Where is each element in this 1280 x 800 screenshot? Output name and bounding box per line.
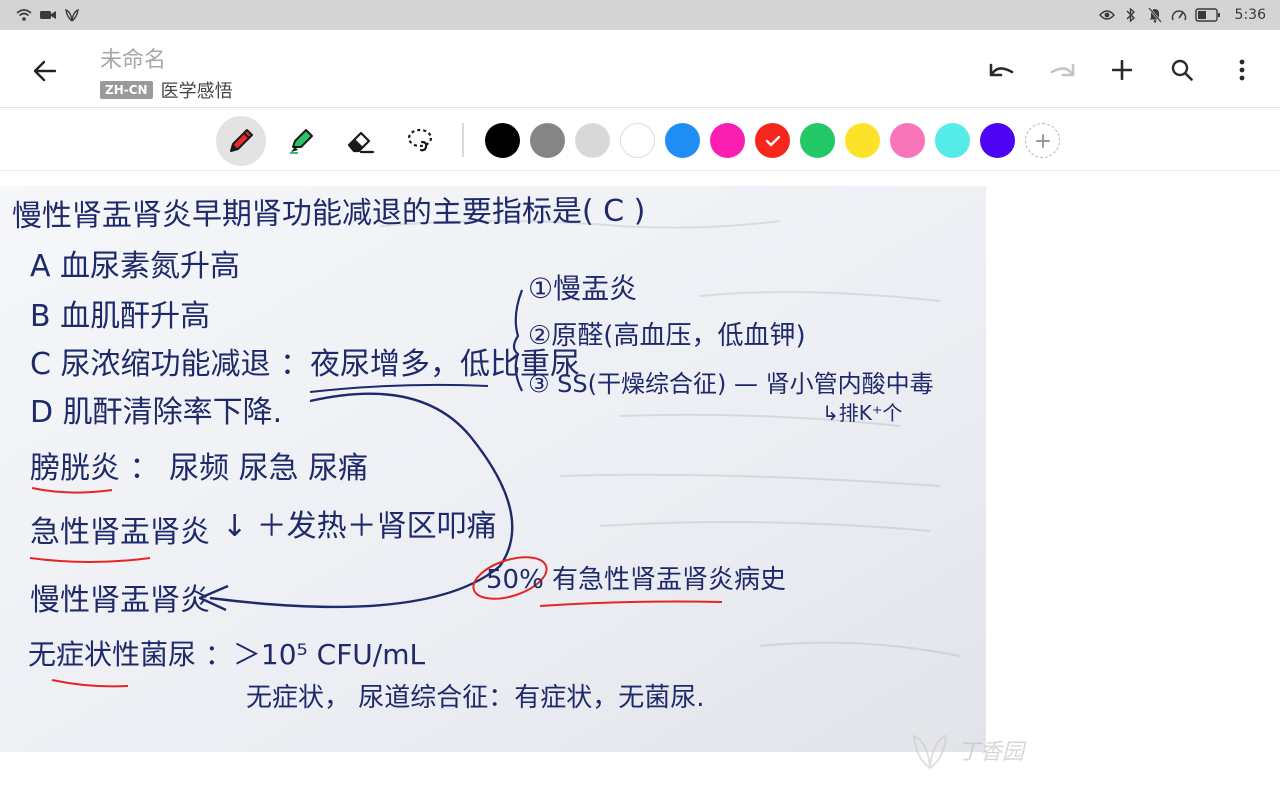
clock-time: 5:36 [1234, 7, 1266, 23]
note-canvas[interactable]: 慢性肾盂肾炎早期肾功能减退的主要指标是( C ) A 血尿素氮升高 B 血肌酐升… [0, 172, 1280, 800]
color-swatch-7[interactable] [755, 123, 790, 158]
dxy-logo-icon [912, 734, 948, 769]
color-palette [485, 123, 1060, 158]
add-button[interactable] [1104, 52, 1140, 88]
asymptomatic-line-2: 无症状， 尿道综合征：有症状，无菌尿. [246, 683, 705, 713]
color-swatch-10[interactable] [890, 123, 925, 158]
reason-3: ③ SS(干燥综合征) — 肾小管内酸中毒 [528, 370, 934, 398]
search-button[interactable] [1164, 52, 1200, 88]
color-swatch-6[interactable] [710, 123, 745, 158]
camera-icon [40, 7, 56, 23]
back-button[interactable] [28, 54, 62, 88]
undo-icon [989, 63, 1014, 77]
leaf-icon [64, 7, 80, 23]
reason-2: ②原醛(高血压，低血钾) [528, 321, 806, 351]
header-actions [984, 52, 1260, 88]
acute-pyelo: 急性肾盂肾炎 [30, 515, 210, 550]
pen-icon [230, 129, 253, 152]
watermark: 丁香园 [908, 728, 1024, 772]
option-c: C 尿浓缩功能减退 ：夜尿增多，低比重尿 [30, 347, 580, 382]
more-icon [1239, 59, 1245, 81]
pen-tool-button[interactable] [216, 116, 266, 166]
note-photo-drawing: 慢性肾盂肾炎早期肾功能减退的主要指标是( C ) A 血尿素氮升高 B 血肌酐升… [0, 186, 986, 752]
check-icon [765, 135, 780, 146]
speed-icon [1171, 7, 1187, 23]
asymptomatic-line: 无症状性菌尿 ：＞10⁵ CFU/mL [28, 638, 426, 671]
language-badge: ZH-CN [100, 81, 153, 99]
watermark-text: 丁香园 [958, 740, 1025, 765]
color-swatch-11[interactable] [935, 123, 970, 158]
reason-1: ①慢盂炎 [528, 272, 637, 305]
color-swatch-8[interactable] [800, 123, 835, 158]
drawing-toolbar [0, 109, 1280, 171]
undo-button[interactable] [984, 52, 1020, 88]
color-swatch-4[interactable] [620, 123, 655, 158]
reason-4: ↳排K⁺个 [822, 401, 902, 425]
color-swatch-9[interactable] [845, 123, 880, 158]
highlighter-tool-button[interactable] [276, 116, 326, 166]
eraser-icon [347, 131, 375, 154]
search-icon [1171, 59, 1193, 81]
eraser-tool-button[interactable] [336, 116, 386, 166]
battery-icon [1194, 7, 1221, 23]
option-b: B 血肌酐升高 [30, 299, 210, 334]
highlighter-icon [290, 129, 313, 154]
redo-button[interactable] [1044, 52, 1080, 88]
note-subtitle: ZH-CN 医学感悟 [100, 77, 233, 103]
status-bar: 5:36 [0, 0, 1280, 30]
chronic-pyelo: 慢性肾盂肾炎 [30, 583, 210, 618]
plus-icon [1035, 133, 1050, 148]
add-icon [1112, 60, 1132, 80]
option-d: D 肌酐清除率下降. [30, 395, 282, 430]
tool-group [216, 116, 446, 166]
redo-icon [1050, 63, 1075, 77]
history-line: 50% 有急性肾盂肾炎病史 [486, 565, 786, 595]
notebook-name[interactable]: 医学感悟 [161, 77, 233, 103]
color-swatch-3[interactable] [575, 123, 610, 158]
color-swatch-5[interactable] [665, 123, 700, 158]
color-swatch-2[interactable] [530, 123, 565, 158]
question-line: 慢性肾盂肾炎早期肾功能减退的主要指标是( C ) [12, 193, 646, 234]
option-a: A 血尿素氮升高 [30, 249, 240, 284]
arrow-left-icon [33, 60, 57, 82]
lasso-icon [407, 128, 433, 152]
acute-symptoms: ↓ ＋发热＋肾区叩痛 [222, 509, 497, 544]
color-swatch-1[interactable] [485, 123, 520, 158]
note-title[interactable]: 未命名 [100, 42, 166, 74]
app-bar: 未命名 ZH-CN 医学感悟 [0, 30, 1280, 108]
eye-icon [1098, 7, 1115, 23]
handwritten-note-photo[interactable]: 慢性肾盂肾炎早期肾功能减退的主要指标是( C ) A 血尿素氮升高 B 血肌酐升… [0, 186, 986, 752]
more-button[interactable] [1224, 52, 1260, 88]
wifi-icon [16, 7, 32, 23]
bell-off-icon [1147, 7, 1163, 23]
toolbar-divider [462, 123, 464, 157]
color-swatch-12[interactable] [980, 123, 1015, 158]
lasso-tool-button[interactable] [396, 116, 446, 166]
cystitis-line: 膀胱炎 ： 尿频 尿急 尿痛 [30, 451, 368, 486]
bluetooth-icon [1123, 7, 1139, 23]
add-color-button[interactable] [1025, 123, 1060, 158]
